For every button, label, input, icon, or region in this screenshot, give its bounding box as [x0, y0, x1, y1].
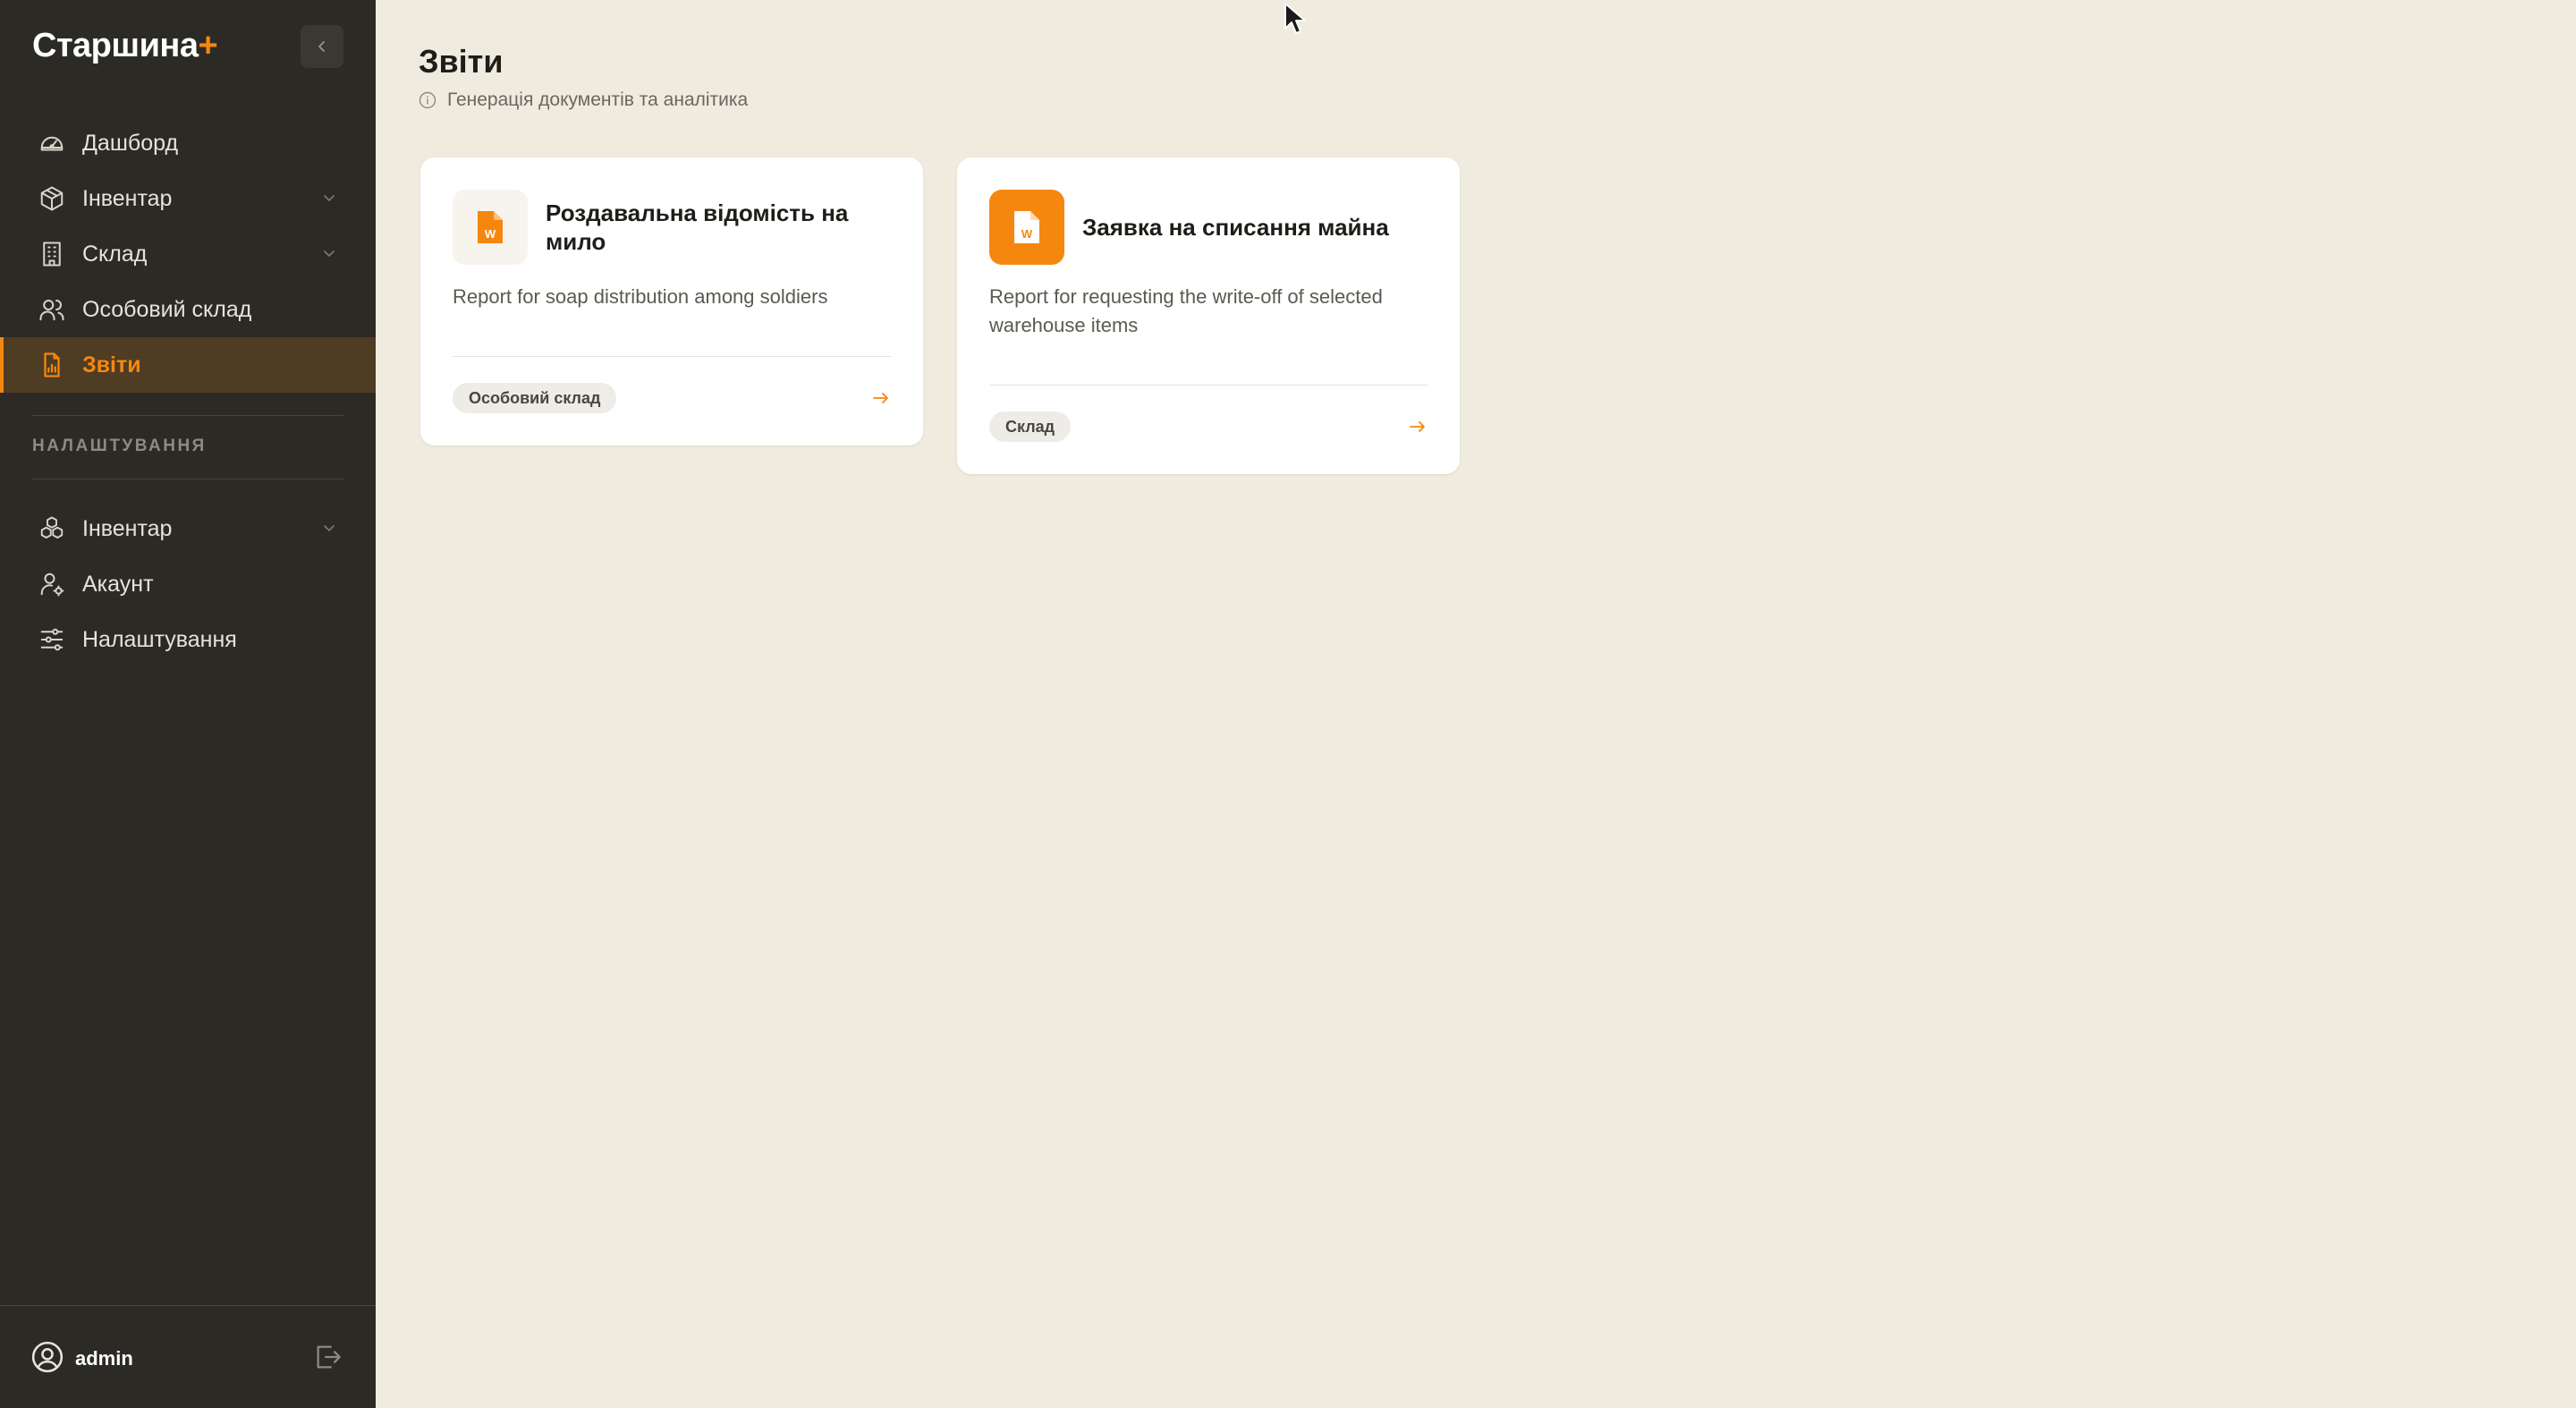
category-tag: Особовий склад — [453, 383, 617, 413]
sidebar-item-label: Налаштування — [82, 626, 237, 652]
sidebar-item-label: Особовий склад — [82, 296, 252, 322]
page-title: Звіти — [419, 43, 504, 80]
sliders-icon — [38, 625, 66, 654]
mouse-cursor-icon — [1284, 3, 1306, 34]
report-card-soap[interactable]: W Роздавальна відомість на мило Report f… — [420, 157, 923, 445]
card-divider — [453, 356, 891, 357]
arrow-right-icon — [873, 393, 888, 403]
building-icon — [38, 240, 66, 268]
brand-name: Старшина — [32, 27, 199, 64]
logout-icon[interactable] — [313, 1342, 343, 1377]
category-tag: Склад — [989, 411, 1072, 442]
avatar-icon[interactable] — [30, 1340, 64, 1378]
card-title: Заявка на списання майна — [1082, 214, 1389, 241]
sidebar-item-inventory[interactable]: Інвентар — [0, 171, 376, 226]
sidebar-item-personnel[interactable]: Особовий склад — [0, 282, 376, 337]
arrow-right-icon — [1410, 421, 1425, 432]
brand-plus: + — [198, 27, 218, 64]
sidebar-item-label: Акаунт — [82, 571, 154, 597]
page-subtitle: Генерація документів та аналітика — [419, 89, 748, 111]
word-document-icon: W — [989, 190, 1064, 265]
sidebar-item-dashboard[interactable]: Дашборд — [0, 115, 376, 171]
sidebar-item-account[interactable]: Акаунт — [0, 556, 376, 612]
gauge-icon — [38, 129, 66, 157]
report-card-writeoff[interactable]: W Заявка на списання майна Report for re… — [957, 157, 1460, 474]
users-icon — [38, 295, 66, 324]
chevron-down-icon — [324, 525, 335, 532]
card-description: Report for requesting the write-off of s… — [989, 285, 1383, 336]
svg-text:W: W — [485, 227, 496, 241]
user-name[interactable]: admin — [75, 1347, 133, 1370]
sidebar-item-label: Звіти — [82, 352, 141, 377]
sidebar-item-label: Склад — [82, 241, 148, 267]
sidebar-item-warehouse[interactable]: Склад — [0, 226, 376, 282]
sidebar-item-label: Інвентар — [82, 515, 173, 541]
svg-text:W: W — [1021, 227, 1033, 241]
subtitle-text: Генерація документів та аналітика — [447, 89, 749, 110]
user-gear-icon — [38, 570, 66, 598]
sidebar-item-label: Інвентар — [82, 185, 173, 211]
brand-logo[interactable]: Старшина+ — [32, 27, 218, 65]
settings-section-label: НАЛАШТУВАННЯ — [32, 437, 207, 455]
boxes-icon — [38, 514, 66, 543]
info-icon — [419, 91, 436, 109]
sidebar-item-reports[interactable]: Звіти — [0, 337, 376, 393]
sidebar-item-inventory-settings[interactable]: Інвентар — [0, 501, 376, 556]
collapse-sidebar-button[interactable] — [301, 25, 343, 68]
sidebar-footer: admin — [0, 1305, 376, 1408]
chevron-down-icon — [324, 195, 335, 202]
sidebar: Старшина+ Дашборд Інвентар Склад Особови… — [0, 0, 376, 1408]
box-icon — [38, 184, 66, 213]
card-description: Report for soap distribution among soldi… — [453, 285, 828, 308]
card-divider — [989, 385, 1428, 386]
chevron-down-icon — [324, 250, 335, 258]
card-title: Роздавальна відомість на мило — [546, 199, 849, 255]
word-document-icon: W — [453, 190, 528, 265]
sidebar-item-label: Дашборд — [82, 130, 179, 156]
sidebar-item-settings[interactable]: Налаштування — [0, 612, 376, 667]
report-file-icon — [38, 351, 66, 379]
sidebar-divider — [32, 415, 343, 416]
chevron-left-icon — [318, 41, 325, 52]
